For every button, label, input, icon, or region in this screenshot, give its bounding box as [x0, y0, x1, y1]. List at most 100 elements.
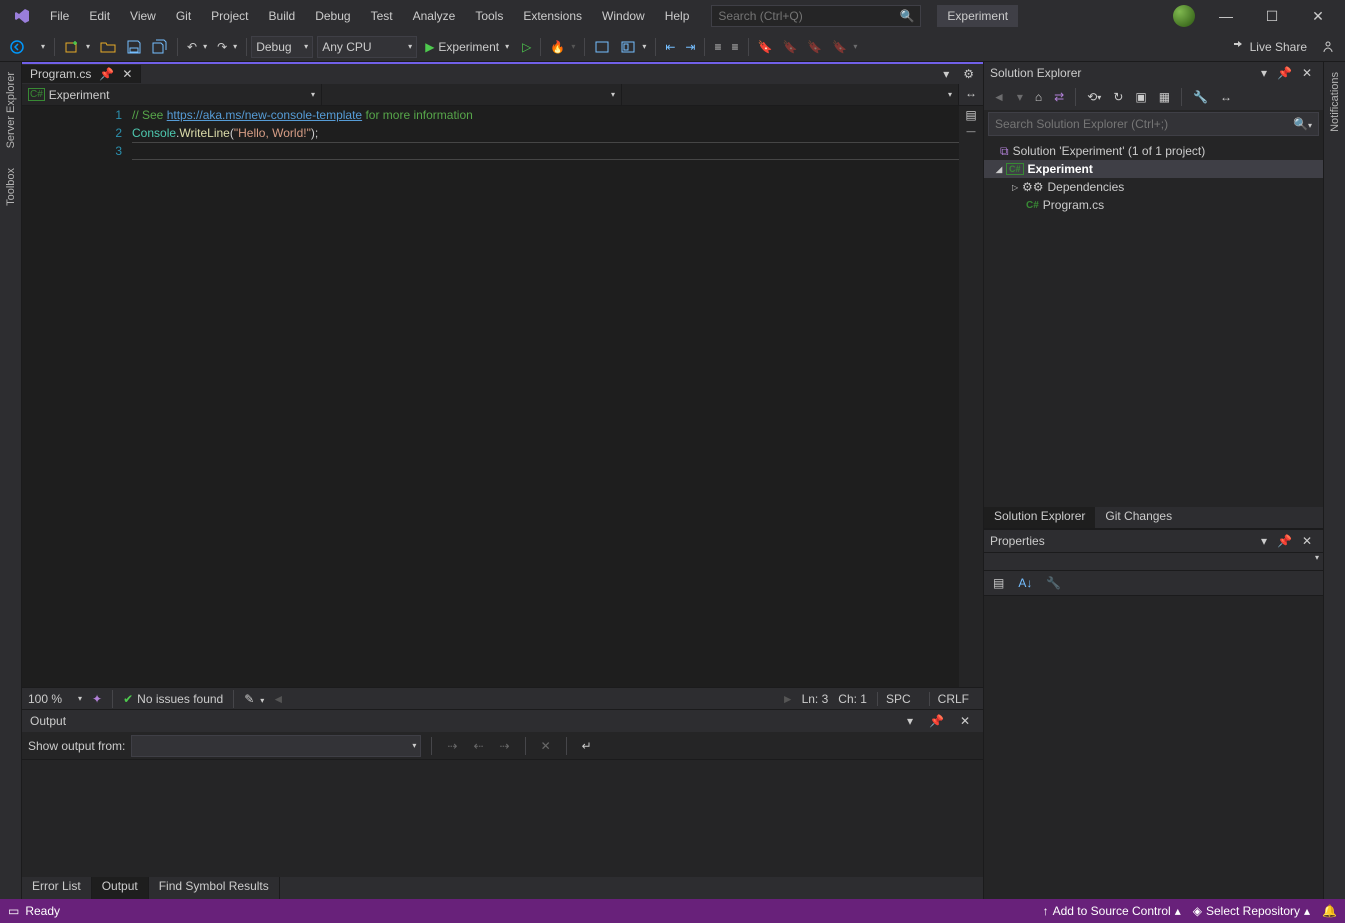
- tab-output[interactable]: Output: [92, 877, 149, 899]
- output-next-icon[interactable]: ⇢: [496, 734, 514, 758]
- output-wrap-icon[interactable]: ↵: [578, 734, 596, 758]
- browse-button[interactable]: [590, 35, 614, 59]
- menu-view[interactable]: View: [120, 3, 166, 29]
- se-forward-icon[interactable]: ▾: [1013, 85, 1027, 109]
- collapse-icon[interactable]: —: [967, 126, 976, 136]
- pin-icon[interactable]: 📌: [99, 67, 114, 81]
- code-editor[interactable]: 1 2 3 // See https://aka.ms/new-console-…: [22, 106, 959, 687]
- comment-button[interactable]: ≡: [710, 35, 725, 59]
- indent-more-button[interactable]: ⇥: [681, 35, 699, 59]
- project-combo[interactable]: C#Experiment▾: [22, 84, 322, 105]
- se-properties-icon[interactable]: 🔧: [1189, 85, 1212, 109]
- menu-project[interactable]: Project: [201, 3, 258, 29]
- tab-error-list[interactable]: Error List: [22, 877, 92, 899]
- intellicode-icon[interactable]: ✦: [92, 692, 102, 706]
- panel-pin-icon[interactable]: 📌: [925, 709, 948, 733]
- global-search[interactable]: 🔍: [711, 5, 921, 27]
- expand-icon[interactable]: ◢: [996, 165, 1006, 174]
- hot-reload-button[interactable]: 🔥▾: [546, 35, 579, 59]
- se-sync-icon[interactable]: ⟲▾: [1083, 85, 1105, 109]
- se-search[interactable]: 🔍▾: [988, 112, 1319, 136]
- split-icon[interactable]: ▤: [965, 108, 976, 122]
- redo-button[interactable]: ↷▾: [213, 35, 241, 59]
- notifications-tab[interactable]: Notifications: [1327, 66, 1343, 138]
- output-body[interactable]: [22, 760, 983, 877]
- active-files-dropdown[interactable]: ▾: [939, 62, 953, 86]
- se-preview-icon[interactable]: ↔: [1216, 85, 1236, 109]
- tab-find-symbol[interactable]: Find Symbol Results: [149, 877, 280, 899]
- menu-edit[interactable]: Edit: [79, 3, 120, 29]
- prev-issue-button[interactable]: ◄: [264, 692, 292, 706]
- code-body[interactable]: // See https://aka.ms/new-console-templa…: [132, 106, 959, 687]
- menu-tools[interactable]: Tools: [465, 3, 513, 29]
- user-avatar-icon[interactable]: [1173, 5, 1195, 27]
- props-object-combo[interactable]: ▾: [984, 552, 1323, 570]
- output-toggle-icon[interactable]: ▭: [8, 904, 19, 918]
- props-dropdown-icon[interactable]: ▾: [1257, 529, 1271, 553]
- maximize-button[interactable]: ☐: [1249, 0, 1295, 32]
- start-without-debug-button[interactable]: ▷: [518, 35, 535, 59]
- add-to-source-control[interactable]: ↑Add to Source Control▴: [1043, 904, 1181, 918]
- find-in-files-button[interactable]: ▾: [616, 35, 650, 59]
- props-alpha-icon[interactable]: A↓: [1014, 571, 1036, 595]
- menu-build[interactable]: Build: [259, 3, 306, 29]
- menu-debug[interactable]: Debug: [305, 3, 360, 29]
- solution-platform-dropdown[interactable]: Any CPU▾: [317, 36, 417, 58]
- expand-icon[interactable]: ▷: [1012, 183, 1022, 192]
- se-show-all-icon[interactable]: ▦: [1155, 85, 1174, 109]
- tab-settings-icon[interactable]: ⚙: [959, 62, 978, 86]
- props-categorized-icon[interactable]: ▤: [989, 571, 1008, 595]
- nav-forward-dropdown[interactable]: ▾: [31, 35, 49, 59]
- tab-solution-explorer[interactable]: Solution Explorer: [984, 507, 1095, 528]
- cursor-col-pos[interactable]: Ch: 1: [838, 692, 867, 706]
- live-share-button[interactable]: Live Share: [1222, 39, 1315, 55]
- se-pin-icon[interactable]: 📌: [1273, 61, 1296, 85]
- bookmark-button[interactable]: 🔖: [754, 35, 777, 59]
- props-close-icon[interactable]: ✕: [1298, 529, 1316, 553]
- se-search-input[interactable]: [995, 117, 1293, 131]
- feedback-button[interactable]: [1316, 35, 1340, 59]
- nav-back-button[interactable]: [5, 35, 29, 59]
- solution-config-dropdown[interactable]: Debug▾: [251, 36, 313, 58]
- start-debug-button[interactable]: ▶ Experiment▾: [417, 36, 517, 58]
- split-editor-icon[interactable]: ↔: [965, 86, 977, 100]
- se-back-icon[interactable]: ◄: [989, 85, 1009, 109]
- line-ending[interactable]: CRLF: [929, 692, 977, 706]
- global-search-input[interactable]: [718, 9, 899, 23]
- se-home-icon[interactable]: ⌂: [1031, 85, 1046, 109]
- tree-project[interactable]: ◢ C# Experiment: [984, 160, 1323, 178]
- server-explorer-tab[interactable]: Server Explorer: [3, 66, 19, 154]
- solution-tree[interactable]: ⧉ Solution 'Experiment' (1 of 1 project)…: [984, 138, 1323, 507]
- save-button[interactable]: [122, 35, 146, 59]
- minimize-button[interactable]: —: [1203, 0, 1249, 32]
- bell-icon[interactable]: 🔔: [1322, 904, 1337, 918]
- output-source-dropdown[interactable]: ▾: [131, 735, 421, 757]
- output-prev-icon[interactable]: ⇠: [469, 734, 487, 758]
- se-dropdown-icon[interactable]: ▾: [1257, 61, 1271, 85]
- doc-tab-program[interactable]: Program.cs 📌 ✕: [22, 65, 141, 83]
- menu-window[interactable]: Window: [592, 3, 655, 29]
- bookmark-prev-button[interactable]: 🔖: [778, 35, 801, 59]
- close-button[interactable]: ✕: [1295, 0, 1341, 32]
- menu-extensions[interactable]: Extensions: [513, 3, 592, 29]
- menu-file[interactable]: File: [40, 3, 79, 29]
- cursor-line-pos[interactable]: Ln: 3: [802, 692, 829, 706]
- indent-less-button[interactable]: ⇤: [661, 35, 679, 59]
- se-close-icon[interactable]: ✕: [1298, 61, 1316, 85]
- tree-solution[interactable]: ⧉ Solution 'Experiment' (1 of 1 project): [984, 142, 1323, 160]
- zoom-level[interactable]: 100 %: [28, 692, 62, 706]
- panel-close-icon[interactable]: ✕: [956, 709, 974, 733]
- undo-button[interactable]: ↶▾: [183, 35, 211, 59]
- new-item-button[interactable]: ▾: [60, 35, 94, 59]
- se-refresh-icon[interactable]: ↻: [1109, 85, 1127, 109]
- props-wrench-icon[interactable]: 🔧: [1042, 571, 1065, 595]
- se-switch-icon[interactable]: ⇄: [1050, 85, 1068, 109]
- brush-icon[interactable]: ✎▾: [244, 692, 264, 706]
- open-file-button[interactable]: [96, 35, 120, 59]
- tree-dependencies[interactable]: ▷ ⚙⚙ Dependencies: [984, 178, 1323, 196]
- indent-mode[interactable]: SPC: [877, 692, 919, 706]
- save-all-button[interactable]: [148, 35, 172, 59]
- bookmark-next-button[interactable]: 🔖: [803, 35, 826, 59]
- issues-status[interactable]: ✔No issues found: [123, 692, 223, 706]
- panel-dropdown-icon[interactable]: ▾: [903, 709, 917, 733]
